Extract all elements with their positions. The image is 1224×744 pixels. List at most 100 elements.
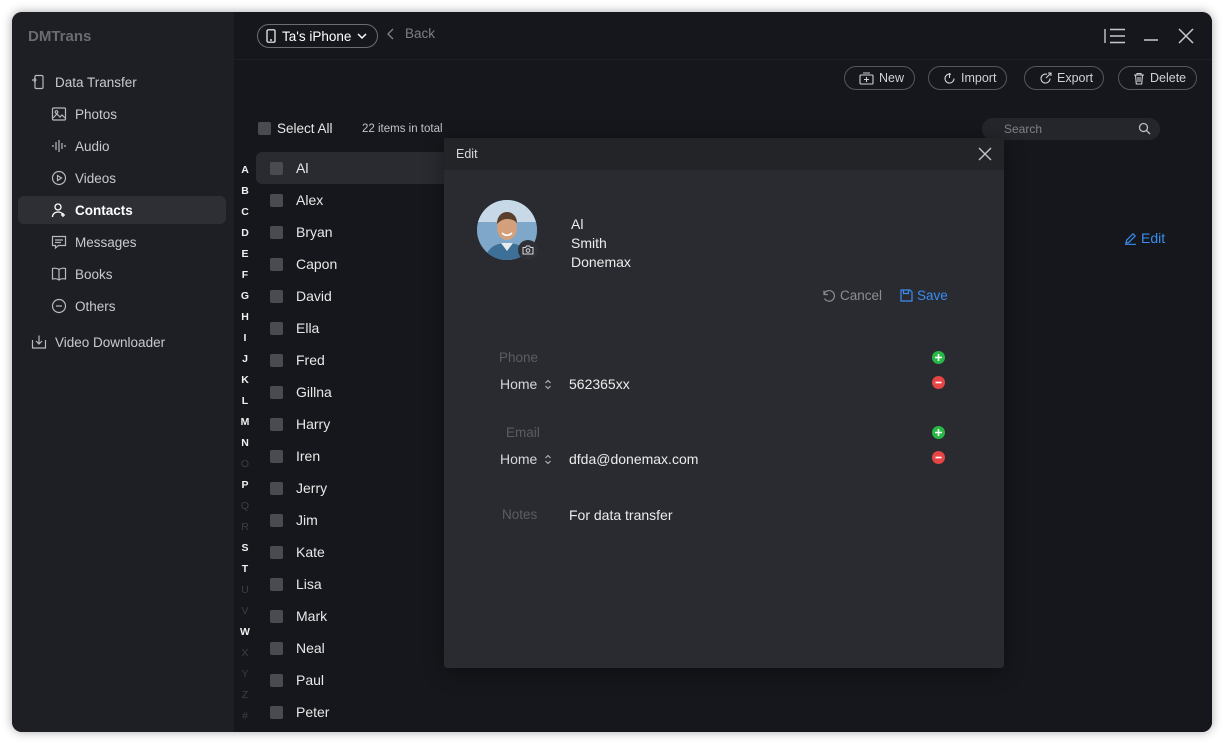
checkbox[interactable] [270, 193, 283, 207]
checkbox[interactable] [270, 161, 283, 175]
contact-row[interactable]: Iren [256, 440, 456, 472]
import-button[interactable]: Import [928, 66, 1008, 90]
delete-button[interactable]: Delete [1118, 66, 1198, 90]
checkbox[interactable] [270, 385, 283, 399]
contact-name: Jim [296, 512, 318, 528]
alphabet-letter[interactable]: C [239, 206, 251, 218]
email-type-select[interactable]: Home [500, 451, 552, 467]
contact-row[interactable]: David [256, 280, 456, 312]
contact-row[interactable]: Peter [256, 696, 456, 728]
checkbox[interactable] [270, 257, 283, 271]
sidebar-item-others[interactable]: Others [18, 292, 226, 320]
menu-button[interactable] [1104, 26, 1126, 46]
company-name[interactable]: Donemax [571, 254, 631, 270]
close-window-button[interactable] [1175, 26, 1197, 46]
remove-phone-button[interactable] [932, 376, 945, 389]
sidebar-item-contacts[interactable]: Contacts [18, 196, 226, 224]
checkbox[interactable] [270, 673, 283, 687]
phone-type-select[interactable]: Home [500, 376, 552, 392]
checkbox[interactable] [270, 289, 283, 303]
back-button[interactable]: Back [386, 26, 435, 41]
sidebar-item-label: Audio [75, 138, 110, 154]
contact-row[interactable]: Harry [256, 408, 456, 440]
contact-row[interactable]: Jim [256, 504, 456, 536]
alphabet-letter[interactable]: S [239, 542, 251, 554]
checkbox[interactable] [270, 449, 283, 463]
new-button[interactable]: New [844, 66, 916, 90]
alphabet-letter[interactable]: J [239, 353, 251, 365]
alphabet-letter[interactable]: I [239, 332, 251, 344]
sidebar-item-audio[interactable]: Audio [18, 132, 226, 160]
alphabet-letter[interactable]: P [239, 479, 251, 491]
add-email-button[interactable] [932, 426, 945, 439]
close-icon[interactable] [976, 145, 994, 163]
contact-row[interactable]: Jerry [256, 472, 456, 504]
last-name[interactable]: Smith [571, 235, 607, 251]
edit-contact-link[interactable]: Edit [1124, 230, 1165, 246]
alphabet-letter[interactable]: W [239, 626, 251, 638]
checkbox[interactable] [270, 577, 283, 591]
phone-value[interactable]: 562365xx [569, 376, 630, 392]
alphabet-letter[interactable]: D [239, 227, 251, 239]
minimize-button[interactable] [1140, 26, 1162, 46]
contact-row[interactable]: Mark [256, 600, 456, 632]
sidebar-item-videos[interactable]: Videos [18, 164, 226, 192]
search-input[interactable]: Search [982, 118, 1160, 140]
alphabet-letter[interactable]: E [239, 248, 251, 260]
sidebar-item-books[interactable]: Books [18, 260, 226, 288]
alphabet-letter[interactable]: M [239, 416, 251, 428]
notes-value[interactable]: For data transfer [569, 507, 673, 523]
checkbox[interactable] [270, 417, 283, 431]
contact-row[interactable]: Lisa [256, 568, 456, 600]
checkbox[interactable] [270, 705, 283, 719]
contact-row[interactable]: Fred [256, 344, 456, 376]
device-dropdown[interactable]: Ta's iPhone [257, 24, 379, 48]
alphabet-letter[interactable]: T [239, 563, 251, 575]
first-name[interactable]: Al [571, 216, 583, 232]
sidebar-item-photos[interactable]: Photos [18, 100, 226, 128]
alphabet-letter[interactable]: L [239, 395, 251, 407]
save-button[interactable]: Save [900, 288, 948, 303]
alphabet-letter[interactable]: B [239, 185, 251, 197]
checkbox[interactable] [270, 321, 283, 335]
alphabet-letter[interactable]: K [239, 374, 251, 386]
alphabet-letter[interactable]: F [239, 269, 251, 281]
email-value[interactable]: dfda@donemax.com [569, 451, 698, 467]
camera-icon[interactable] [518, 240, 538, 260]
contact-row[interactable]: Bryan [256, 216, 456, 248]
checkbox[interactable] [270, 609, 283, 623]
select-all-checkbox[interactable]: Select All [258, 121, 333, 136]
contact-row[interactable]: Ella [256, 312, 456, 344]
alphabet-letter[interactable]: A [239, 164, 251, 176]
sidebar-item-video-downloader[interactable]: Video Downloader [18, 328, 226, 356]
sidebar-item-messages[interactable]: Messages [18, 228, 226, 256]
contact-row[interactable]: Capon [256, 248, 456, 280]
alphabet-letter: Y [241, 668, 249, 680]
contact-row[interactable]: Gillna [256, 376, 456, 408]
cancel-button[interactable]: Cancel [822, 288, 882, 303]
checkbox[interactable] [270, 225, 283, 239]
alphabet-letter: # [242, 710, 248, 722]
contact-row[interactable]: Paul [256, 664, 456, 696]
alphabet-letter[interactable]: N [239, 437, 251, 449]
contact-row[interactable]: Neal [256, 632, 456, 664]
add-phone-button[interactable] [932, 351, 945, 364]
contact-user-icon [50, 201, 68, 219]
alphabet-letter[interactable]: G [239, 290, 251, 302]
minimize-icon [1144, 39, 1158, 41]
checkbox[interactable] [258, 122, 271, 135]
checkbox[interactable] [270, 545, 283, 559]
remove-email-button[interactable] [932, 451, 945, 464]
checkbox[interactable] [270, 513, 283, 527]
export-button[interactable]: Export [1024, 66, 1105, 90]
notes-label: Notes [502, 507, 538, 522]
book-icon [50, 265, 68, 283]
sidebar-item-data-transfer[interactable]: Data Transfer [18, 68, 226, 96]
contact-row[interactable]: Kate [256, 536, 456, 568]
alphabet-letter[interactable]: H [239, 311, 251, 323]
checkbox[interactable] [270, 481, 283, 495]
search-icon[interactable] [1138, 122, 1151, 135]
checkbox[interactable] [270, 353, 283, 367]
checkbox[interactable] [270, 641, 283, 655]
contact-row[interactable]: Alex [256, 184, 456, 216]
